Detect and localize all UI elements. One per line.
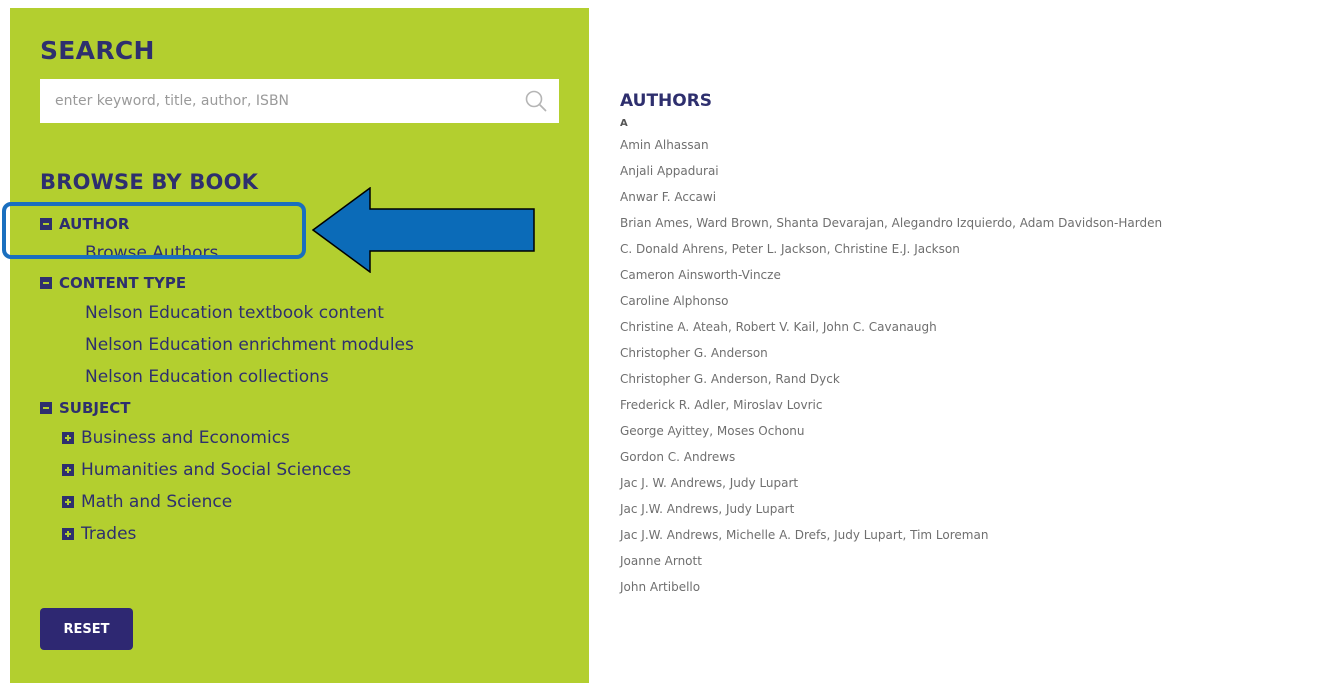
plus-square-icon xyxy=(62,528,74,540)
author-link[interactable]: John Artibello xyxy=(620,574,1162,600)
reset-button[interactable]: RESET xyxy=(40,608,133,650)
plus-square-icon xyxy=(62,496,74,508)
author-link[interactable]: Cameron Ainsworth-Vincze xyxy=(620,262,1162,288)
author-link[interactable]: Joanne Arnott xyxy=(620,548,1162,574)
content-type-link-enrichment[interactable]: Nelson Education enrichment modules xyxy=(85,332,414,358)
search-box xyxy=(40,79,559,123)
author-link[interactable]: Amin Alhassan xyxy=(620,132,1162,158)
plus-square-icon xyxy=(62,432,74,444)
author-link[interactable]: Gordon C. Andrews xyxy=(620,444,1162,470)
author-link[interactable]: Jac J.W. Andrews, Michelle A. Drefs, Jud… xyxy=(620,522,1162,548)
content-type-link-textbook[interactable]: Nelson Education textbook content xyxy=(85,300,384,326)
author-link[interactable]: Anjali Appadurai xyxy=(620,158,1162,184)
left-arrow-icon xyxy=(312,187,535,273)
subject-section-toggle[interactable]: SUBJECT xyxy=(40,397,130,419)
author-link[interactable]: Jac J.W. Andrews, Judy Lupart xyxy=(620,496,1162,522)
subject-item-math-science[interactable]: Math and Science xyxy=(62,489,232,515)
content-type-section-toggle[interactable]: CONTENT TYPE xyxy=(40,272,186,294)
subject-item-trades[interactable]: Trades xyxy=(62,521,136,547)
content-type-link-collections[interactable]: Nelson Education collections xyxy=(85,364,329,390)
search-sidebar: SEARCH BROWSE BY BOOK AUTHOR Browse Auth… xyxy=(10,8,589,683)
plus-square-icon xyxy=(62,464,74,476)
author-list: Amin Alhassan Anjali Appadurai Anwar F. Ac… xyxy=(620,132,1162,600)
author-link[interactable]: George Ayittey, Moses Ochonu xyxy=(620,418,1162,444)
author-link[interactable]: Christopher G. Anderson, Rand Dyck xyxy=(620,366,1162,392)
highlight-annotation-box xyxy=(2,202,306,259)
author-link[interactable]: Frederick R. Adler, Miroslav Lovric xyxy=(620,392,1162,418)
subject-item-label: Humanities and Social Sciences xyxy=(81,460,352,480)
letter-heading: A xyxy=(620,118,628,129)
subject-section-label: SUBJECT xyxy=(59,399,131,417)
content-type-section-label: CONTENT TYPE xyxy=(59,274,187,292)
authors-heading: AUTHORS xyxy=(620,91,713,111)
search-heading: SEARCH xyxy=(40,36,155,65)
author-link[interactable]: Jac J. W. Andrews, Judy Lupart xyxy=(620,470,1162,496)
author-link[interactable]: Brian Ames, Ward Brown, Shanta Devarajan… xyxy=(620,210,1162,236)
minus-square-icon xyxy=(40,277,52,289)
subject-item-label: Math and Science xyxy=(81,492,233,512)
subject-item-business-economics[interactable]: Business and Economics xyxy=(62,425,290,451)
browse-by-book-heading: BROWSE BY BOOK xyxy=(40,170,259,194)
subject-item-label: Business and Economics xyxy=(81,428,290,448)
search-input[interactable] xyxy=(40,79,510,123)
author-link[interactable]: C. Donald Ahrens, Peter L. Jackson, Chri… xyxy=(620,236,1162,262)
subject-item-label: Trades xyxy=(81,524,137,544)
minus-square-icon xyxy=(40,402,52,414)
author-link[interactable]: Caroline Alphonso xyxy=(620,288,1162,314)
author-link[interactable]: Christopher G. Anderson xyxy=(620,340,1162,366)
authors-panel: AUTHORS A Amin Alhassan Anjali Appadurai A… xyxy=(620,90,1162,600)
author-link[interactable]: Anwar F. Accawi xyxy=(620,184,1162,210)
author-link[interactable]: Christine A. Ateah, Robert V. Kail, John… xyxy=(620,314,1162,340)
subject-item-humanities[interactable]: Humanities and Social Sciences xyxy=(62,457,351,483)
search-icon[interactable] xyxy=(525,90,547,112)
